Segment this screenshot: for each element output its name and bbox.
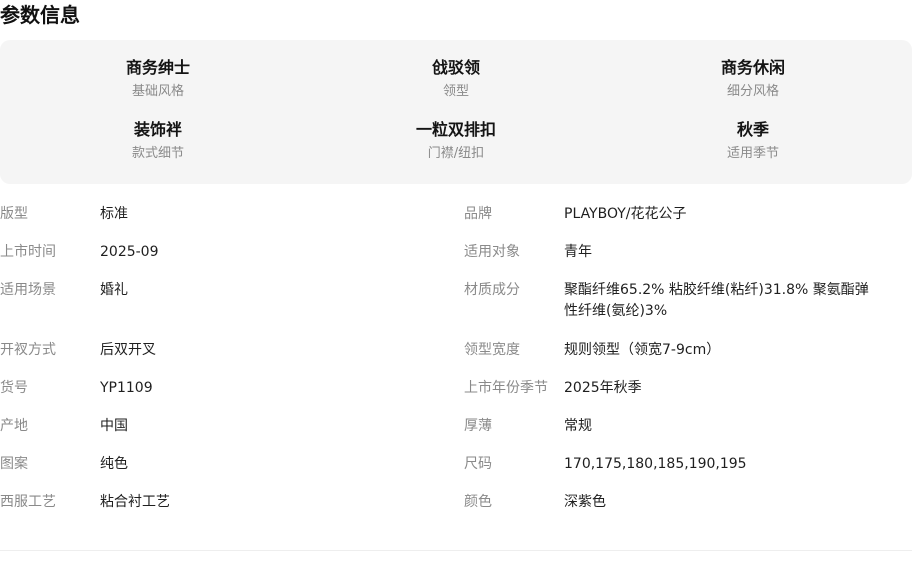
param-value: 170,175,180,185,190,195	[564, 456, 747, 472]
param-key: 适用场景	[0, 282, 56, 298]
param-key: 尺码	[464, 456, 492, 472]
section-title: 参数信息	[0, 3, 80, 27]
highlight-value: 戗驳领	[431, 58, 480, 77]
param-key: 货号	[0, 380, 28, 396]
param-key: 颜色	[464, 494, 492, 510]
highlight-label: 领型	[442, 84, 469, 99]
param-value: 聚酯纤维65.2% 粘胶纤维(粘纤)31.8% 聚氨酯弹性纤维(氨纶)3%	[564, 282, 869, 319]
highlight-value: 一粒双排扣	[415, 120, 496, 139]
param-key: 领型宽度	[464, 342, 520, 358]
param-value: 2025-09	[100, 244, 159, 260]
highlight-label: 适用季节	[726, 146, 779, 161]
highlight-value: 商务绅士	[125, 58, 190, 77]
param-value: 深紫色	[564, 494, 606, 510]
param-value: 规则领型（领宽7-9cm）	[564, 342, 721, 358]
param-value: 后双开叉	[100, 342, 156, 358]
param-value: 常规	[564, 418, 592, 434]
highlights-panel: 商务绅士 基础风格 戗驳领 领型 商务休闲 细分风格 装饰袢 款式细节 一粒双排…	[0, 40, 912, 184]
param-value: YP1109	[100, 380, 153, 396]
highlight-basic-style: 商务绅士 基础风格	[38, 58, 278, 100]
highlight-label: 门襟/纽扣	[427, 146, 485, 161]
highlight-season: 秋季 适用季节	[633, 120, 873, 162]
param-value: PLAYBOY/花花公子	[564, 206, 687, 222]
highlight-value: 秋季	[736, 120, 769, 139]
highlight-placket-buttons: 一粒双排扣 门襟/纽扣	[336, 120, 576, 162]
param-value: 中国	[100, 418, 128, 434]
highlight-value: 装饰袢	[133, 120, 182, 139]
highlight-label: 细分风格	[726, 84, 779, 99]
highlight-style-detail: 装饰袢 款式细节	[38, 120, 278, 162]
param-value: 粘合衬工艺	[100, 494, 170, 510]
param-key: 上市年份季节	[464, 380, 548, 396]
param-key: 品牌	[464, 206, 492, 222]
param-key: 上市时间	[0, 244, 56, 260]
param-key: 厚薄	[464, 418, 492, 434]
param-key: 开衩方式	[0, 342, 56, 358]
highlight-collar-type: 戗驳领 领型	[336, 58, 576, 100]
highlight-label: 基础风格	[131, 84, 184, 99]
param-key: 版型	[0, 206, 28, 222]
param-key: 产地	[0, 418, 28, 434]
highlight-sub-style: 商务休闲 细分风格	[633, 58, 873, 100]
param-value: 婚礼	[100, 282, 128, 298]
param-value: 标准	[100, 206, 128, 222]
param-value: 青年	[564, 244, 592, 260]
param-key: 西服工艺	[0, 494, 56, 510]
param-value: 2025年秋季	[564, 380, 642, 396]
divider	[0, 550, 912, 551]
param-key: 图案	[0, 456, 28, 472]
param-value: 纯色	[100, 456, 128, 472]
highlight-label: 款式细节	[131, 146, 184, 161]
param-key: 材质成分	[464, 282, 520, 298]
highlight-value: 商务休闲	[720, 58, 785, 77]
param-key: 适用对象	[464, 244, 520, 260]
